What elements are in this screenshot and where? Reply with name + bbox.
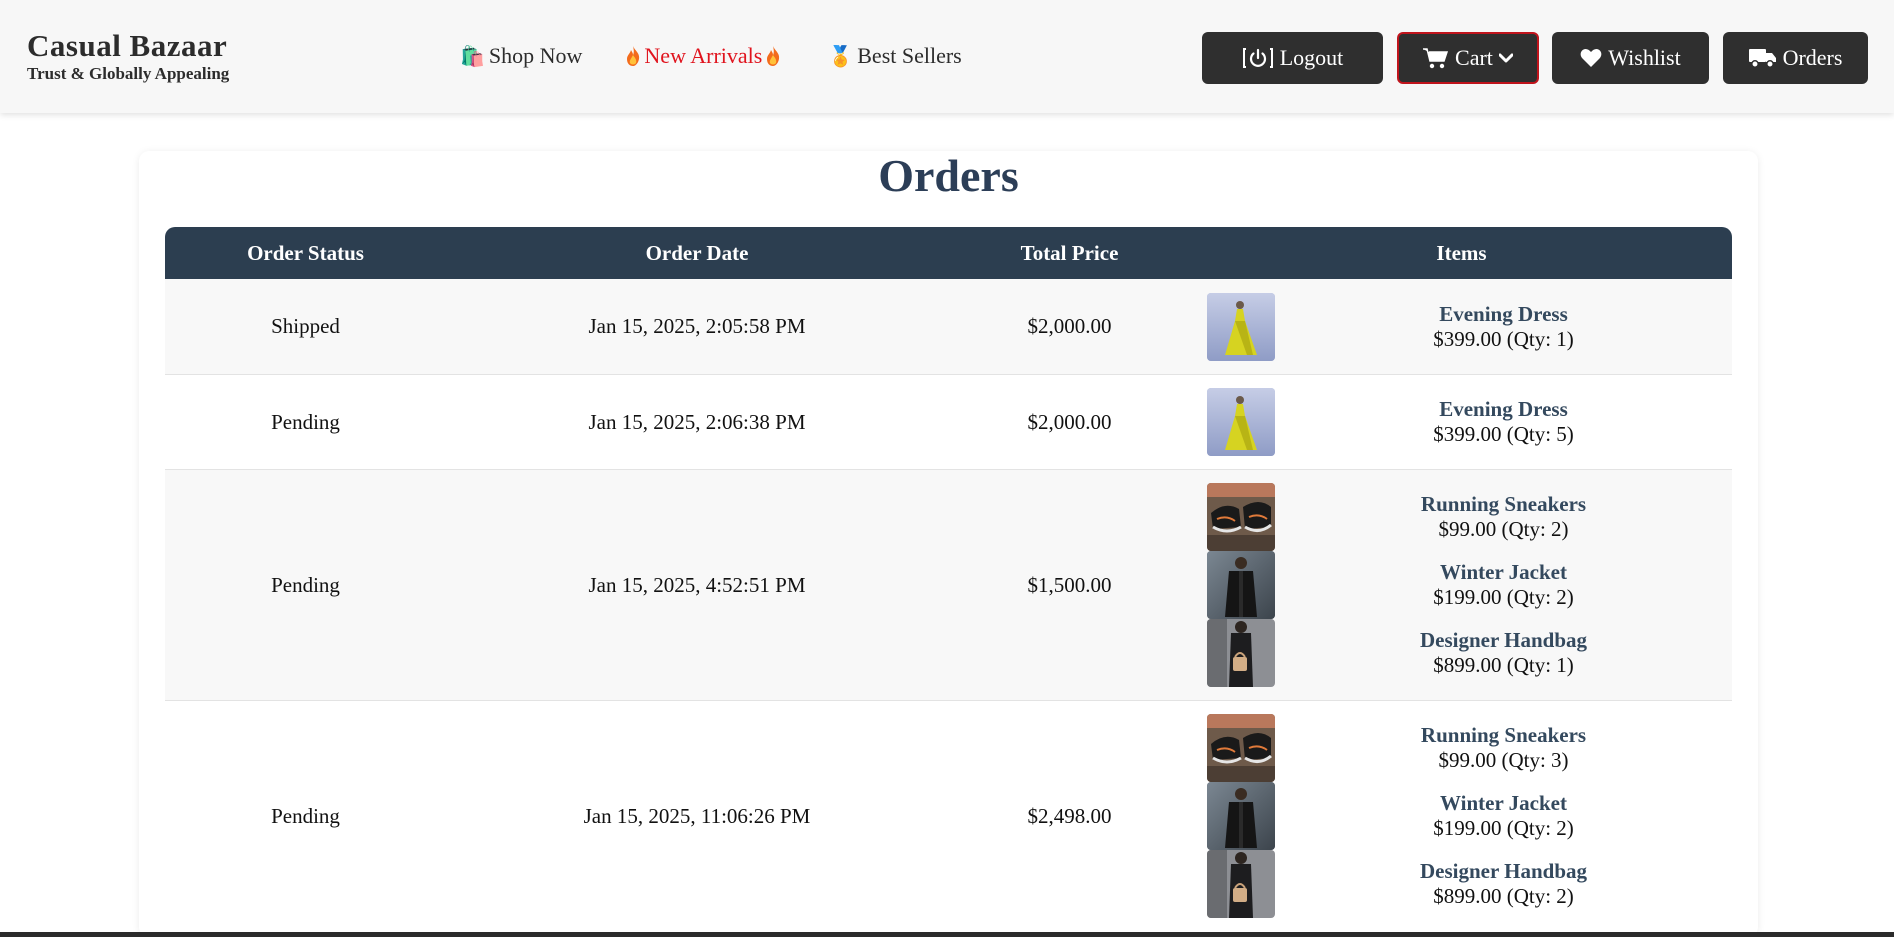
page-title: Orders <box>878 150 1019 201</box>
wishlist-button[interactable]: Wishlist <box>1552 32 1709 84</box>
order-items: Running Sneakers $99.00 (Qty: 2) Winter … <box>1191 483 1732 687</box>
logout-button[interactable]: Logout <box>1202 32 1383 84</box>
medal-icon: 🏅 <box>828 44 854 68</box>
item-info: Designer Handbag $899.00 (Qty: 1) <box>1275 628 1732 678</box>
brand-title[interactable]: Casual Bazaar <box>27 28 229 64</box>
item-price: $899.00 (Qty: 1) <box>1433 653 1574 677</box>
order-total: $1,500.00 <box>1027 572 1112 597</box>
list-item: Designer Handbag $899.00 (Qty: 1) <box>1191 619 1732 687</box>
product-thumbnail[interactable] <box>1207 714 1275 782</box>
chevron-down-icon <box>1498 53 1513 63</box>
cart-button[interactable]: Cart <box>1397 32 1539 84</box>
product-thumbnail[interactable] <box>1207 551 1275 619</box>
item-price: $99.00 (Qty: 2) <box>1438 517 1569 541</box>
list-item: Evening Dress $399.00 (Qty: 1) <box>1191 292 1732 361</box>
item-name: Designer Handbag <box>1419 628 1588 652</box>
item-price: $399.00 (Qty: 1) <box>1433 326 1574 351</box>
product-thumbnail[interactable] <box>1207 388 1275 456</box>
order-date: Jan 15, 2025, 2:05:58 PM <box>588 314 806 338</box>
list-item: Running Sneakers $99.00 (Qty: 2) <box>1191 483 1732 551</box>
truck-icon <box>1748 47 1777 69</box>
table-row: Pending Jan 15, 2025, 11:06:26 PM $2,498… <box>165 701 1732 931</box>
product-thumbnail[interactable] <box>1207 483 1275 551</box>
order-items: Running Sneakers $99.00 (Qty: 3) Winter … <box>1191 714 1732 918</box>
nav-shop-now-label: Shop Now <box>488 43 583 68</box>
order-total: $2,000.00 <box>1027 409 1112 434</box>
order-total: $2,498.00 <box>1027 803 1112 828</box>
orders-card: Orders Order Status Order Date Total Pri… <box>139 151 1758 937</box>
item-info: Winter Jacket $199.00 (Qty: 2) <box>1275 791 1732 841</box>
item-info: Running Sneakers $99.00 (Qty: 2) <box>1275 492 1732 542</box>
item-price: $399.00 (Qty: 5) <box>1433 422 1574 446</box>
nav-shop-now[interactable]: 🛍️ Shop Now <box>460 43 582 69</box>
order-date: Jan 15, 2025, 2:06:38 PM <box>588 409 806 434</box>
item-price: $99.00 (Qty: 3) <box>1438 748 1569 772</box>
item-name: Evening Dress <box>1439 397 1568 421</box>
shopping-cart-icon <box>1423 47 1449 69</box>
shopping-bags-icon: 🛍️ <box>460 44 485 68</box>
order-items: Evening Dress $399.00 (Qty: 5) <box>1191 388 1732 456</box>
order-total: $2,000.00 <box>1027 314 1112 338</box>
order-status: Pending <box>271 572 340 597</box>
orders-button[interactable]: Orders <box>1723 32 1868 84</box>
list-item: Winter Jacket $199.00 (Qty: 2) <box>1191 551 1732 619</box>
cart-label: Cart <box>1455 45 1493 70</box>
list-item: Designer Handbag $899.00 (Qty: 2) <box>1191 850 1732 918</box>
list-item: Evening Dress $399.00 (Qty: 5) <box>1191 388 1732 456</box>
list-item: Winter Jacket $199.00 (Qty: 2) <box>1191 782 1732 850</box>
order-status: Pending <box>271 803 340 828</box>
order-items: Evening Dress $399.00 (Qty: 1) <box>1191 292 1732 361</box>
item-name: Winter Jacket <box>1440 791 1567 815</box>
list-item: Running Sneakers $99.00 (Qty: 3) <box>1191 714 1732 782</box>
product-thumbnail[interactable] <box>1207 850 1275 918</box>
item-info: Designer Handbag $899.00 (Qty: 2) <box>1275 859 1732 909</box>
nav-best-sellers[interactable]: 🏅 Best Sellers <box>828 43 961 69</box>
main-nav: 🛍️ Shop Now New Arrivals 🏅 Best Sellers <box>460 43 962 69</box>
item-name: Running Sneakers <box>1420 492 1587 516</box>
bottom-bar <box>0 932 1894 937</box>
orders-label: Orders <box>1782 45 1843 70</box>
item-info: Evening Dress $399.00 (Qty: 5) <box>1275 397 1732 447</box>
item-price: $899.00 (Qty: 2) <box>1433 884 1574 908</box>
item-info: Running Sneakers $99.00 (Qty: 3) <box>1275 723 1732 773</box>
column-header-items: Items <box>1436 240 1487 265</box>
fire-icon <box>626 46 640 66</box>
order-date: Jan 15, 2025, 11:06:26 PM <box>583 803 811 828</box>
table-row: Pending Jan 15, 2025, 4:52:51 PM $1,500.… <box>165 470 1732 701</box>
power-icon <box>1242 46 1274 70</box>
table-header: Order Status Order Date Total Price Item… <box>165 227 1732 279</box>
heart-icon <box>1580 48 1602 68</box>
product-thumbnail[interactable] <box>1207 619 1275 687</box>
item-name: Running Sneakers <box>1420 723 1587 747</box>
wishlist-label: Wishlist <box>1608 45 1681 70</box>
item-info: Evening Dress $399.00 (Qty: 1) <box>1275 302 1732 352</box>
fire-icon <box>766 46 780 66</box>
item-name: Winter Jacket <box>1440 560 1567 584</box>
nav-best-sellers-label: Best Sellers <box>857 43 962 68</box>
brand-subtitle: Trust & Globally Appealing <box>27 64 230 83</box>
order-status: Shipped <box>271 314 340 338</box>
item-name: Evening Dress <box>1439 301 1568 326</box>
product-thumbnail[interactable] <box>1207 292 1275 361</box>
item-price: $199.00 (Qty: 2) <box>1433 816 1574 840</box>
column-header-total: Total Price <box>1020 240 1119 265</box>
top-header: Casual Bazaar Trust & Globally Appealing… <box>0 0 1894 113</box>
table-row: Shipped Jan 15, 2025, 2:05:58 PM $2,000.… <box>165 279 1732 375</box>
order-date: Jan 15, 2025, 4:52:51 PM <box>588 572 806 597</box>
item-price: $199.00 (Qty: 2) <box>1433 585 1574 609</box>
nav-new-arrivals-label: New Arrivals <box>644 43 763 68</box>
brand[interactable]: Casual Bazaar Trust & Globally Appealing <box>27 28 229 84</box>
order-status: Pending <box>271 409 340 434</box>
nav-new-arrivals[interactable]: New Arrivals <box>626 43 780 69</box>
table-row: Pending Jan 15, 2025, 2:06:38 PM $2,000.… <box>165 375 1732 470</box>
column-header-status: Order Status <box>247 240 364 265</box>
item-name: Designer Handbag <box>1419 859 1588 883</box>
orders-table: Order Status Order Date Total Price Item… <box>165 227 1732 931</box>
column-header-date: Order Date <box>645 240 749 265</box>
product-thumbnail[interactable] <box>1207 782 1275 850</box>
item-info: Winter Jacket $199.00 (Qty: 2) <box>1275 560 1732 610</box>
logout-label: Logout <box>1279 45 1344 70</box>
